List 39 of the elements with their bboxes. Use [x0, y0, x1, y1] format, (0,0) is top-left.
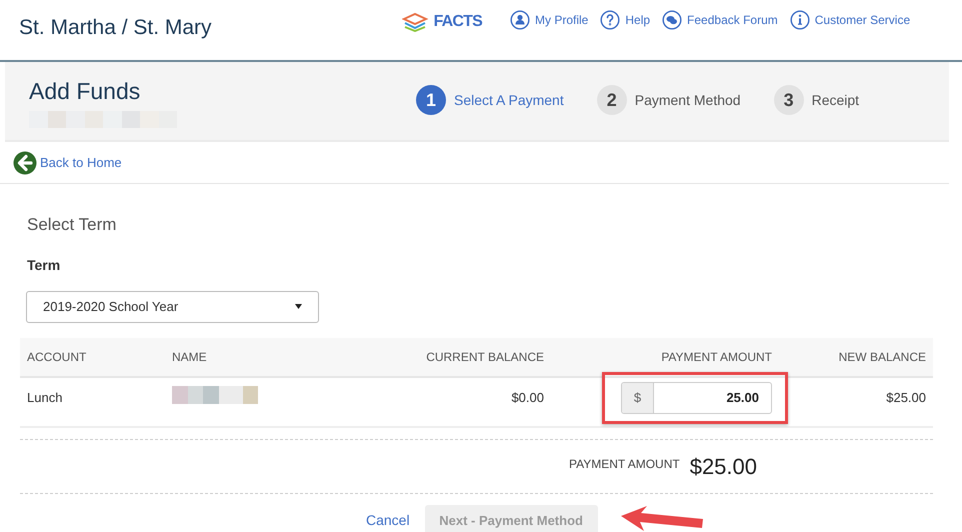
- logo-text: FACTS: [434, 12, 482, 32]
- payment-amount-field[interactable]: $ 25.00: [621, 382, 772, 414]
- step-number: 1: [416, 85, 446, 115]
- step-number: 2: [596, 85, 627, 115]
- step-tab[interactable]: 1 Select A Payment: [416, 85, 564, 115]
- step-tab[interactable]: 2 Payment Method: [596, 85, 741, 115]
- header-link[interactable]: Help: [600, 10, 650, 30]
- header-link[interactable]: My Profile: [510, 10, 588, 30]
- chat-icon: [662, 10, 682, 30]
- info-icon: [790, 10, 810, 30]
- table-cell-text: Lunch: [26, 388, 64, 406]
- back-link[interactable]: Back to Home: [13, 150, 122, 174]
- total-label: PAYMENT AMOUNT: [569, 456, 680, 473]
- column-header: CURRENT BALANCE: [426, 348, 544, 366]
- currency-addon: $: [622, 382, 654, 412]
- caret-icon: [295, 304, 302, 309]
- column-header: ACCOUNT: [26, 348, 88, 366]
- user-icon: [510, 10, 530, 30]
- table-cell-text: $25.00: [886, 388, 927, 406]
- step-tab[interactable]: 3 Receipt: [774, 85, 860, 115]
- term-select[interactable]: 2019-2020 School Year: [26, 290, 319, 322]
- total-amount: $25.00: [690, 452, 757, 480]
- term-label: Term: [27, 256, 62, 274]
- step-label: Payment Method: [634, 90, 741, 110]
- page-title: Add Funds: [29, 77, 142, 106]
- cancel-link[interactable]: Cancel: [366, 510, 410, 531]
- step-number: 3: [774, 85, 804, 115]
- step-label: Select A Payment: [454, 90, 564, 110]
- section-title: Select Term: [27, 214, 118, 236]
- column-header: NEW BALANCE: [838, 348, 927, 366]
- logo-icon: [402, 12, 430, 32]
- help-icon: [600, 10, 620, 30]
- header-link[interactable]: Customer Service: [790, 10, 910, 30]
- header-link[interactable]: Feedback Forum: [662, 10, 778, 30]
- column-header: NAME: [172, 348, 208, 366]
- column-header: PAYMENT AMOUNT: [661, 348, 772, 366]
- school-name: St. Martha / St. Mary: [19, 15, 212, 41]
- step-label: Receipt: [812, 90, 860, 110]
- table-cell-text: $0.00: [511, 388, 544, 406]
